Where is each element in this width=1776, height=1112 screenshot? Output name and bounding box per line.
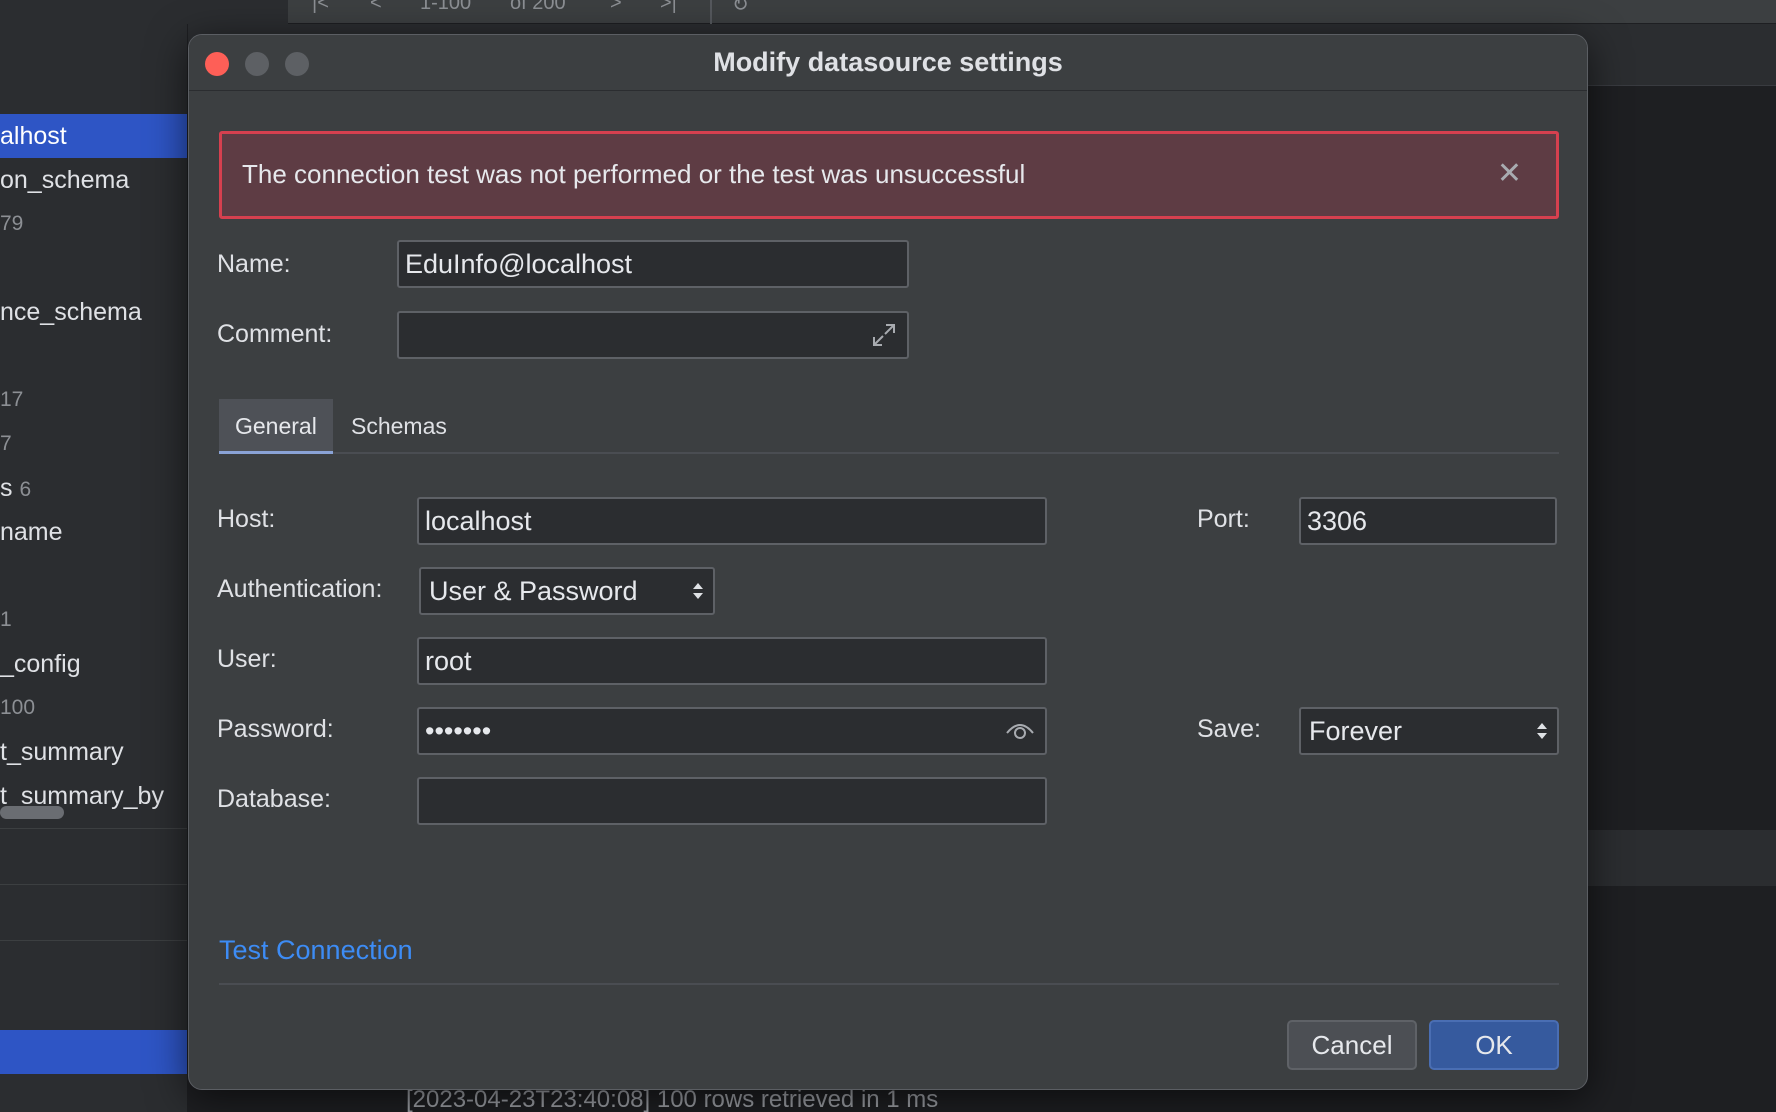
tree-item-count: 17 <box>0 378 187 422</box>
toolbar-left-area <box>0 0 288 24</box>
refresh-icon[interactable]: ↻ <box>732 0 749 17</box>
authentication-value: User & Password <box>429 576 638 606</box>
tree-item[interactable]: nce_schema <box>0 290 187 334</box>
port-input[interactable]: 3306 <box>1299 497 1557 545</box>
error-banner: The connection test was not performed or… <box>219 131 1559 219</box>
footer-divider <box>219 983 1559 985</box>
tree-item-label: nce_schema <box>0 298 142 326</box>
horizontal-scrollbar[interactable] <box>0 806 64 819</box>
divider <box>0 884 187 885</box>
background-toolbar: |< < 1-100 of 200 > >| ↻ <box>0 0 1776 24</box>
comment-label: Comment: <box>217 320 333 348</box>
name-label: Name: <box>217 250 291 278</box>
cancel-button[interactable]: Cancel <box>1287 1020 1417 1070</box>
save-value: Forever <box>1309 716 1403 746</box>
tree-item[interactable]: s 6 <box>0 466 187 510</box>
first-page-icon[interactable]: |< <box>312 0 329 15</box>
host-input[interactable]: localhost <box>417 497 1047 545</box>
tree-item-count: 1 <box>0 598 187 642</box>
page-range: 1-100 <box>420 0 472 14</box>
tree-item-count: 100 <box>0 686 187 730</box>
error-message: The connection test was not performed or… <box>242 159 1026 189</box>
dialog-title: Modify datasource settings <box>713 47 1063 77</box>
settings-tabs: General Schemas <box>219 399 1559 454</box>
database-label: Database: <box>217 785 331 813</box>
authentication-select[interactable]: User & Password <box>419 567 715 615</box>
toolbar-separator <box>710 0 712 24</box>
show-password-icon[interactable] <box>1005 719 1035 743</box>
dialog-titlebar: Modify datasource settings <box>189 35 1587 91</box>
tree-item-label: 79 <box>0 212 24 235</box>
tree-item-label: 17 <box>0 388 24 411</box>
tree-item[interactable]: on_schema <box>0 158 187 202</box>
tree-item-label: s <box>0 474 13 502</box>
tree-item-label: 7 <box>0 432 12 455</box>
test-connection-link[interactable]: Test Connection <box>219 935 413 966</box>
database-explorer-sidebar: alhost on_schema 79 nce_schema 17 7 s 6 … <box>0 24 188 1112</box>
database-input[interactable] <box>417 777 1047 825</box>
selected-row-highlight <box>0 1030 187 1074</box>
host-label: Host: <box>217 505 276 533</box>
tree-item-label: on_schema <box>0 166 130 194</box>
last-page-icon[interactable]: >| <box>660 0 677 15</box>
datasource-settings-dialog: Modify datasource settings The connectio… <box>188 34 1588 1090</box>
divider <box>0 828 187 829</box>
save-label: Save: <box>1197 715 1261 743</box>
next-page-icon[interactable]: > <box>610 0 622 15</box>
name-input[interactable]: EduInfo@localhost <box>397 240 909 288</box>
tree-item[interactable]: name <box>0 510 187 554</box>
comment-input[interactable] <box>397 311 909 359</box>
tree-item-label: 100 <box>0 696 36 719</box>
tab-general[interactable]: General <box>219 399 333 454</box>
password-value: ••••••• <box>425 716 492 746</box>
tree-item-count: 7 <box>0 422 187 466</box>
port-label: Port: <box>1197 505 1250 533</box>
tree-item[interactable]: alhost <box>0 114 187 158</box>
user-label: User: <box>217 645 277 673</box>
tree-item[interactable]: t_summary <box>0 730 187 774</box>
password-input[interactable]: ••••••• <box>417 707 1047 755</box>
updown-chevron-icon <box>1537 723 1547 739</box>
tree-item-label: 1 <box>0 608 12 631</box>
save-select[interactable]: Forever <box>1299 707 1559 755</box>
divider <box>0 940 187 941</box>
tree-item-label: name <box>0 518 63 546</box>
tree-item-label: _config <box>0 650 81 678</box>
tree-item-label: alhost <box>0 122 67 150</box>
tab-schemas[interactable]: Schemas <box>335 399 463 454</box>
ok-button[interactable]: OK <box>1429 1020 1559 1070</box>
prev-page-icon[interactable]: < <box>370 0 382 15</box>
authentication-label: Authentication: <box>217 575 383 603</box>
tree-item-count: 79 <box>0 202 187 246</box>
expand-icon[interactable] <box>871 322 897 348</box>
tree-item-label: t_summary <box>0 738 124 766</box>
password-label: Password: <box>217 715 334 743</box>
tree-item[interactable]: _config <box>0 642 187 686</box>
updown-chevron-icon <box>693 583 703 599</box>
tree-item-count: 6 <box>19 478 32 501</box>
user-input[interactable]: root <box>417 637 1047 685</box>
close-icon[interactable]: ✕ <box>1497 156 1522 191</box>
page-total: of 200 <box>510 0 566 14</box>
